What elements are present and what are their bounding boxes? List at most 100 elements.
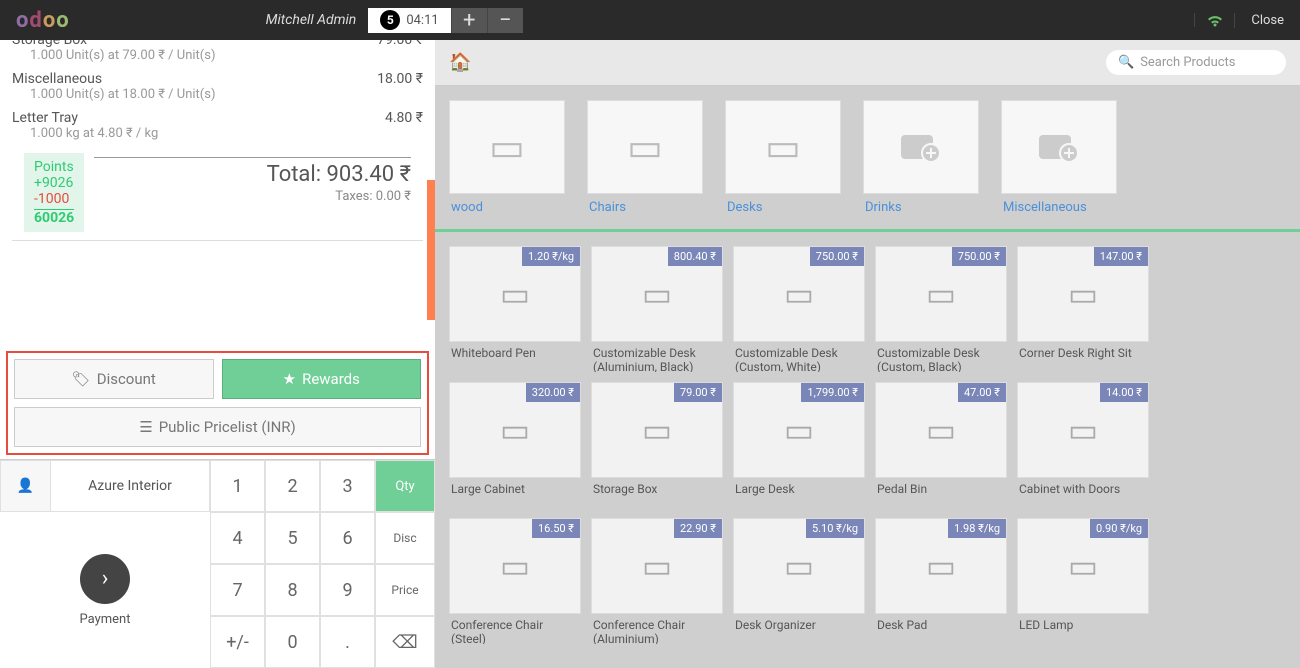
price-tag: 750.00 ₹ bbox=[952, 247, 1006, 266]
category-wood[interactable]: ▭ wood bbox=[449, 100, 565, 215]
customer-button[interactable]: 👤 Azure Interior bbox=[0, 460, 210, 512]
order-line-price: 79.00 ₹ bbox=[377, 40, 423, 48]
product-label: Customizable Desk (Custom, Black) bbox=[875, 342, 1007, 372]
product-image: ▭ 47.00 ₹ bbox=[875, 382, 1007, 478]
order-tab[interactable]: 5 04:11 bbox=[368, 8, 450, 33]
product-card[interactable]: ▭ 0.90 ₹/kg LED Lamp bbox=[1017, 518, 1149, 644]
home-icon[interactable]: 🏠 bbox=[449, 52, 471, 73]
product-image: ▭ 1.20 ₹/kg bbox=[449, 246, 581, 342]
numpad-sign[interactable]: +/- bbox=[210, 616, 265, 668]
numpad-backspace[interactable]: ⌫ bbox=[375, 616, 435, 668]
numpad-5[interactable]: 5 bbox=[265, 512, 320, 564]
product-card[interactable]: ▭ 320.00 ₹ Large Cabinet bbox=[449, 382, 581, 508]
order-line-name[interactable]: Letter Tray bbox=[12, 110, 78, 126]
numpad-9[interactable]: 9 bbox=[320, 564, 375, 616]
payment-button[interactable]: › Payment bbox=[0, 512, 210, 668]
price-tag: 320.00 ₹ bbox=[526, 383, 580, 402]
numpad-8[interactable]: 8 bbox=[265, 564, 320, 616]
wifi-icon bbox=[1194, 13, 1234, 27]
product-card[interactable]: ▭ 79.00 ₹ Storage Box bbox=[591, 382, 723, 508]
product-label: Large Cabinet bbox=[449, 478, 581, 508]
product-image: ▭ 16.50 ₹ bbox=[449, 518, 581, 614]
product-label: Desk Organizer bbox=[733, 614, 865, 644]
qty-mode-button[interactable]: Qty bbox=[375, 460, 435, 512]
product-label: Cabinet with Doors bbox=[1017, 478, 1149, 508]
product-image: ▭ 800.40 ₹ bbox=[591, 246, 723, 342]
product-card[interactable]: ▭ 5.10 ₹/kg Desk Organizer bbox=[733, 518, 865, 644]
search-input[interactable]: 🔍 Search Products bbox=[1106, 50, 1286, 75]
add-tab-button[interactable]: + bbox=[451, 8, 487, 33]
numpad-4[interactable]: 4 bbox=[210, 512, 265, 564]
category-label: Drinks bbox=[863, 194, 979, 215]
disc-mode-button[interactable]: Disc bbox=[375, 512, 435, 564]
close-button[interactable]: Close bbox=[1234, 13, 1300, 28]
numpad-0[interactable]: 0 bbox=[265, 616, 320, 668]
pricelist-button[interactable]: ☰ Public Pricelist (INR) bbox=[14, 407, 421, 447]
product-card[interactable]: ▭ 147.00 ₹ Corner Desk Right Sit bbox=[1017, 246, 1149, 372]
product-card[interactable]: ▭ 750.00 ₹ Customizable Desk (Custom, Bl… bbox=[875, 246, 1007, 372]
loyalty-points-box: Points +9026 -1000 60026 bbox=[24, 153, 84, 232]
scroll-indicator[interactable] bbox=[427, 180, 435, 320]
product-image: ▭ 5.10 ₹/kg bbox=[733, 518, 865, 614]
points-total: 60026 bbox=[34, 210, 74, 226]
odoo-logo: odoo bbox=[0, 8, 86, 33]
numpad-1[interactable]: 1 bbox=[210, 460, 265, 512]
chevron-right-icon: › bbox=[80, 554, 130, 604]
numpad-6[interactable]: 6 bbox=[320, 512, 375, 564]
product-card[interactable]: ▭ 750.00 ₹ Customizable Desk (Custom, Wh… bbox=[733, 246, 865, 372]
product-label: Customizable Desk (Aluminium, Black) bbox=[591, 342, 723, 372]
product-label: Customizable Desk (Custom, White) bbox=[733, 342, 865, 372]
category-chairs[interactable]: ▭ Chairs bbox=[587, 100, 703, 215]
category-label: Miscellaneous bbox=[1001, 194, 1117, 215]
price-mode-button[interactable]: Price bbox=[375, 564, 435, 616]
price-tag: 800.40 ₹ bbox=[668, 247, 722, 266]
price-tag: 1,799.00 ₹ bbox=[801, 383, 864, 402]
product-label: Corner Desk Right Sit bbox=[1017, 342, 1149, 372]
product-image: ▭ 750.00 ₹ bbox=[733, 246, 865, 342]
order-line-name[interactable]: Miscellaneous bbox=[12, 71, 102, 87]
price-tag: 750.00 ₹ bbox=[810, 247, 864, 266]
remove-tab-button[interactable]: − bbox=[487, 8, 523, 33]
top-bar: odoo Mitchell Admin 5 04:11 + − Close bbox=[0, 0, 1300, 40]
numpad-2[interactable]: 2 bbox=[265, 460, 320, 512]
product-label: Desk Pad bbox=[875, 614, 1007, 644]
product-label: LED Lamp bbox=[1017, 614, 1149, 644]
price-tag: 1.98 ₹/kg bbox=[948, 519, 1006, 538]
category-image: ▭ bbox=[449, 100, 565, 194]
user-label[interactable]: Mitchell Admin bbox=[266, 12, 369, 28]
price-tag: 16.50 ₹ bbox=[532, 519, 580, 538]
discount-button[interactable]: 🏷 Discount bbox=[14, 359, 214, 399]
control-buttons-highlight: 🏷 Discount ★ Rewards ☰ Public Pricelist … bbox=[6, 351, 429, 455]
product-card[interactable]: ▭ 47.00 ₹ Pedal Bin bbox=[875, 382, 1007, 508]
product-card[interactable]: ▭ 800.40 ₹ Customizable Desk (Aluminium,… bbox=[591, 246, 723, 372]
numpad-7[interactable]: 7 bbox=[210, 564, 265, 616]
star-icon: ★ bbox=[283, 370, 296, 388]
price-tag: 22.90 ₹ bbox=[674, 519, 722, 538]
rewards-button[interactable]: ★ Rewards bbox=[222, 359, 422, 399]
price-tag: 1.20 ₹/kg bbox=[522, 247, 580, 266]
numpad-dot[interactable]: . bbox=[320, 616, 375, 668]
price-tag: 47.00 ₹ bbox=[958, 383, 1006, 402]
product-image: ▭ 147.00 ₹ bbox=[1017, 246, 1149, 342]
category-miscellaneous[interactable]: Miscellaneous bbox=[1001, 100, 1117, 215]
product-card[interactable]: ▭ 14.00 ₹ Cabinet with Doors bbox=[1017, 382, 1149, 508]
product-card[interactable]: ▭ 1.20 ₹/kg Whiteboard Pen bbox=[449, 246, 581, 372]
product-card[interactable]: ▭ 16.50 ₹ Conference Chair (Steel) bbox=[449, 518, 581, 644]
product-card[interactable]: ▭ 1,799.00 ₹ Large Desk bbox=[733, 382, 865, 508]
category-drinks[interactable]: Drinks bbox=[863, 100, 979, 215]
numpad-3[interactable]: 3 bbox=[320, 460, 375, 512]
product-label: Conference Chair (Steel) bbox=[449, 614, 581, 644]
product-card[interactable]: ▭ 22.90 ₹ Conference Chair (Aluminium) bbox=[591, 518, 723, 644]
tab-number-badge: 5 bbox=[380, 10, 400, 30]
category-image: ▭ bbox=[725, 100, 841, 194]
price-tag: 0.90 ₹/kg bbox=[1090, 519, 1148, 538]
price-tag: 79.00 ₹ bbox=[674, 383, 722, 402]
category-image: ▭ bbox=[587, 100, 703, 194]
product-image: ▭ 1.98 ₹/kg bbox=[875, 518, 1007, 614]
product-label: Large Desk bbox=[733, 478, 865, 508]
order-line-name[interactable]: Storage Box bbox=[12, 40, 87, 48]
product-pane: 🏠 🔍 Search Products ▭ wood ▭ Chairs ▭ De… bbox=[435, 40, 1300, 668]
product-card[interactable]: ▭ 1.98 ₹/kg Desk Pad bbox=[875, 518, 1007, 644]
tag-icon: 🏷 bbox=[72, 370, 91, 388]
category-desks[interactable]: ▭ Desks bbox=[725, 100, 841, 215]
